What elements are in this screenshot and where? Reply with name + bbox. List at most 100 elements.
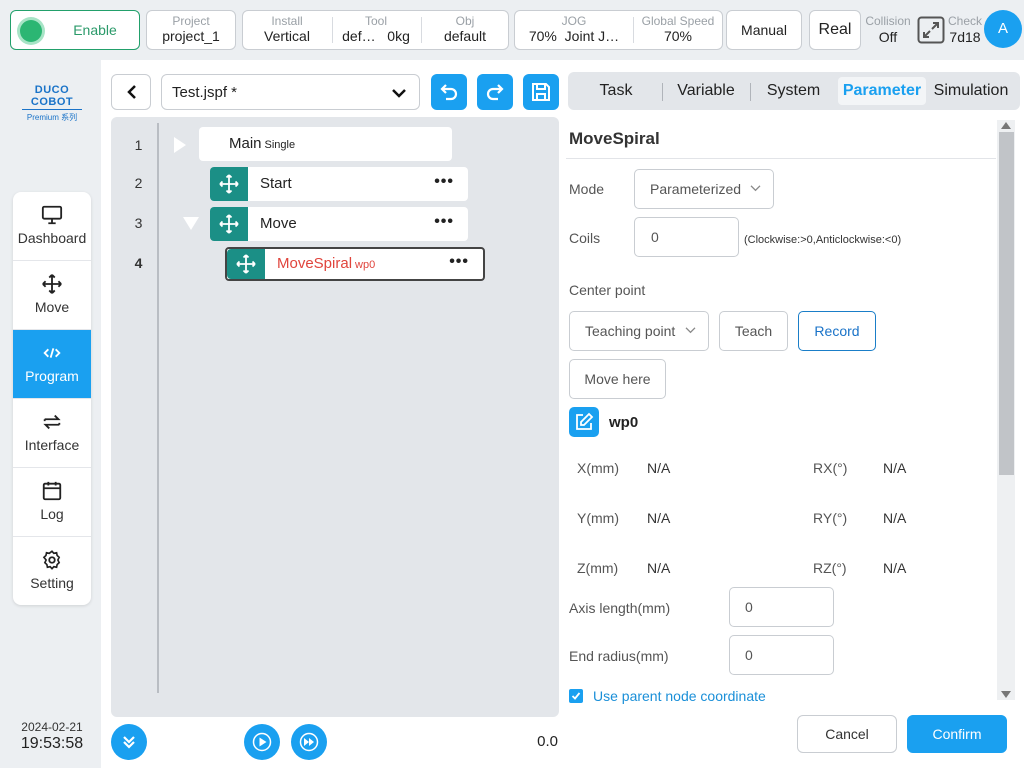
coord-label: Y(mm) bbox=[577, 510, 619, 526]
parameter-title: MoveSpiral bbox=[569, 129, 660, 148]
edit-waypoint-button[interactable] bbox=[569, 407, 599, 437]
mode-select[interactable]: Parameterized bbox=[634, 169, 774, 209]
chevron-down-icon bbox=[685, 327, 696, 334]
sidebar-item-program[interactable]: Program bbox=[13, 330, 91, 399]
file-name: Test.jspf * bbox=[172, 84, 238, 101]
sidebar-item-setting[interactable]: Setting bbox=[13, 537, 91, 605]
record-button[interactable]: Record bbox=[798, 311, 876, 351]
cancel-button[interactable]: Cancel bbox=[797, 715, 897, 753]
confirm-button[interactable]: Confirm bbox=[907, 715, 1007, 753]
teaching-point-select[interactable]: Teaching point bbox=[569, 311, 709, 351]
collapse-triangle-icon[interactable] bbox=[183, 217, 199, 230]
tree-node-main[interactable]: Main Single bbox=[199, 127, 452, 161]
sidebar-item-move[interactable]: Move bbox=[13, 261, 91, 330]
node-label: Main Single bbox=[229, 135, 295, 152]
manual-button[interactable]: Manual bbox=[726, 10, 802, 50]
sidebar-item-label: Dashboard bbox=[17, 230, 87, 246]
tree-node-start[interactable]: Start ••• bbox=[210, 167, 468, 201]
tab-task[interactable]: Task bbox=[570, 72, 662, 110]
collision-status[interactable]: Collision Off bbox=[864, 14, 912, 45]
project-box[interactable]: Project project_1 bbox=[146, 10, 236, 50]
save-button[interactable] bbox=[523, 74, 559, 110]
tree-node-move[interactable]: Move ••• bbox=[210, 207, 468, 241]
coord-value: N/A bbox=[647, 510, 671, 526]
drag-handle[interactable] bbox=[210, 167, 248, 201]
time: 19:53:58 bbox=[20, 735, 84, 752]
fast-forward-icon bbox=[299, 732, 319, 752]
node-name: Main bbox=[229, 135, 262, 152]
more-icon[interactable]: ••• bbox=[434, 173, 454, 191]
move-here-button[interactable]: Move here bbox=[569, 359, 666, 399]
scroll-up-icon[interactable] bbox=[1000, 121, 1012, 130]
jog-speed-box[interactable]: JOG 70% Joint J… Global Speed 70% bbox=[514, 10, 723, 50]
play-button[interactable] bbox=[244, 724, 280, 760]
project-value: project_1 bbox=[162, 28, 220, 44]
node-name: Start bbox=[260, 175, 292, 192]
tab-variable[interactable]: Variable bbox=[662, 72, 750, 110]
sidebar-nav: Dashboard Move Program Interface Log Set… bbox=[13, 192, 91, 605]
tool-value: def… 0kg bbox=[333, 28, 419, 45]
more-icon[interactable]: ••• bbox=[449, 253, 469, 271]
coils-input[interactable]: 0 bbox=[634, 217, 739, 257]
monitor-icon bbox=[41, 205, 63, 225]
play-marker-icon bbox=[174, 137, 186, 153]
chevron-down-icon bbox=[392, 89, 406, 98]
move-arrows-icon bbox=[219, 174, 239, 194]
sidebar-item-interface[interactable]: Interface bbox=[13, 399, 91, 468]
jog-value: 70% Joint J… bbox=[515, 28, 633, 45]
parameter-panel: Task Variable System Parameter Simulatio… bbox=[566, 60, 1024, 768]
tab-system[interactable]: System bbox=[750, 72, 837, 110]
scrollbar-thumb[interactable] bbox=[999, 132, 1014, 475]
scrollbar[interactable] bbox=[997, 120, 1015, 700]
back-button[interactable] bbox=[111, 74, 151, 110]
tab-parameter[interactable]: Parameter bbox=[838, 77, 926, 105]
undo-button[interactable] bbox=[431, 74, 467, 110]
collision-value: Off bbox=[878, 29, 898, 45]
program-panel: Test.jspf * 1 2 3 4 Main Single Start ••• bbox=[101, 60, 566, 768]
scroll-down-icon[interactable] bbox=[1000, 690, 1012, 699]
program-tree: 1 2 3 4 Main Single Start ••• Move ••• M… bbox=[111, 117, 559, 717]
drag-handle[interactable] bbox=[227, 249, 265, 279]
check-status[interactable]: Check 7d18 bbox=[946, 14, 984, 45]
collision-title: Collision bbox=[865, 14, 911, 28]
real-button[interactable]: Real bbox=[809, 10, 861, 50]
tree-node-movespiral[interactable]: MoveSpiral wp0 ••• bbox=[225, 247, 485, 281]
more-icon[interactable]: ••• bbox=[434, 213, 454, 231]
teach-button[interactable]: Teach bbox=[719, 311, 788, 351]
teach-label: Teach bbox=[734, 323, 773, 339]
end-radius-input[interactable]: 0 bbox=[729, 635, 834, 675]
axis-length-label: Axis length(mm) bbox=[569, 600, 671, 616]
fast-forward-button[interactable] bbox=[291, 724, 327, 760]
expand-icon[interactable] bbox=[917, 16, 945, 44]
drag-handle[interactable] bbox=[210, 207, 248, 241]
file-select[interactable]: Test.jspf * bbox=[161, 74, 420, 110]
enable-button[interactable]: Enable bbox=[10, 10, 140, 50]
logo-underline bbox=[22, 109, 82, 110]
sidebar-item-dashboard[interactable]: Dashboard bbox=[13, 192, 91, 261]
tool-name: def… bbox=[342, 28, 376, 44]
parent-coordinate-checkbox[interactable] bbox=[569, 689, 583, 703]
install-value: Vertical bbox=[264, 28, 310, 44]
coord-label: X(mm) bbox=[577, 460, 619, 476]
redo-button[interactable] bbox=[477, 74, 513, 110]
sidebar-item-log[interactable]: Log bbox=[13, 468, 91, 537]
parent-coordinate-label[interactable]: Use parent node coordinate bbox=[593, 688, 766, 704]
node-label: MoveSpiral wp0 bbox=[277, 255, 375, 272]
axis-length-input[interactable]: 0 bbox=[729, 587, 834, 627]
move-arrows-icon bbox=[219, 214, 239, 234]
tab-simulation[interactable]: Simulation bbox=[926, 72, 1016, 110]
waypoint-name: wp0 bbox=[609, 414, 639, 431]
step-button[interactable] bbox=[111, 724, 147, 760]
coord-label: RY(°) bbox=[813, 510, 848, 526]
tree-guide-line bbox=[157, 123, 159, 693]
coord-value: N/A bbox=[647, 560, 671, 576]
coord-value: N/A bbox=[883, 560, 907, 576]
date: 2024-02-21 bbox=[21, 720, 83, 734]
avatar[interactable]: A bbox=[984, 10, 1022, 48]
jog-title: JOG bbox=[561, 14, 587, 28]
install-tool-obj-box[interactable]: Install Vertical Tool def… 0kg Obj defau… bbox=[242, 10, 509, 50]
top-bar: Enable Project project_1 Install Vertica… bbox=[0, 0, 1024, 60]
coils-hint: (Clockwise:>0,Anticlockwise:<0) bbox=[744, 234, 902, 246]
brand-series: Premium 系列 bbox=[26, 113, 78, 122]
check-title: Check bbox=[947, 14, 982, 28]
